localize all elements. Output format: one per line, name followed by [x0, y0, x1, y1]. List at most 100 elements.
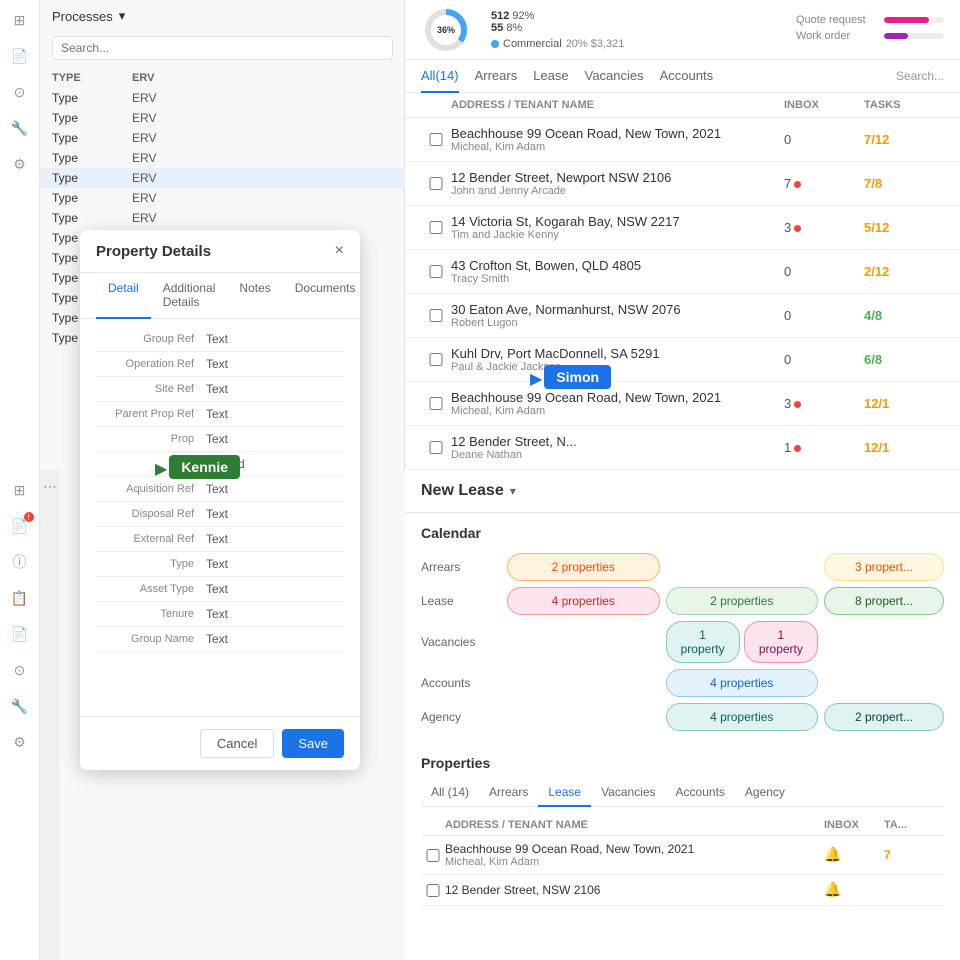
- sidebar-icons: ⊞ 📄 ⊙ 🔧 ⚙: [0, 0, 40, 470]
- bottom-sidebar-icon-1[interactable]: ⊞: [8, 478, 32, 502]
- list-row[interactable]: TypeERV: [40, 108, 405, 128]
- cal-chip-agency-1[interactable]: 4 properties: [666, 703, 819, 731]
- prop-value[interactable]: Text: [206, 432, 344, 446]
- cal-chip-vacancies-2[interactable]: 1 property: [744, 621, 818, 663]
- sidebar-icon-3[interactable]: ⊙: [8, 80, 32, 104]
- list-row[interactable]: TypeERV: [40, 88, 405, 108]
- stat-num2: 55: [491, 22, 503, 34]
- processes-header[interactable]: Processes ▾: [40, 0, 405, 32]
- row-checkbox[interactable]: [421, 221, 451, 234]
- modal-tab-detail[interactable]: Detail: [96, 273, 151, 319]
- row-address-cell: Beachhouse 99 Ocean Road, New Town, 2021…: [451, 126, 784, 153]
- list-row[interactable]: TypeERV: [40, 208, 405, 228]
- acquisition-ref-value[interactable]: Text: [206, 482, 344, 496]
- group-ref-value[interactable]: Text: [206, 332, 344, 346]
- search-input[interactable]: [52, 36, 393, 60]
- tab-arrears[interactable]: Arrears: [475, 60, 518, 93]
- list-row[interactable]: TypeERV: [40, 168, 405, 188]
- disposal-ref-value[interactable]: Text: [206, 507, 344, 521]
- table-row[interactable]: Beachhouse 99 Ocean Road, New Town, 2021…: [405, 382, 960, 426]
- sidebar-icon-1[interactable]: ⊞: [8, 8, 32, 32]
- calendar-title: Calendar: [421, 525, 944, 541]
- bottom-sidebar-icon-4[interactable]: 📋: [8, 586, 32, 610]
- tab-lease[interactable]: Lease: [533, 60, 568, 93]
- table-row[interactable]: 30 Eaton Ave, Normanhurst, NSW 2076 Robe…: [405, 294, 960, 338]
- row-inbox-val: 0: [784, 132, 864, 147]
- row-checkbox[interactable]: [421, 177, 451, 190]
- bottom-sidebar-icon-6[interactable]: ⊙: [8, 658, 32, 682]
- props-row-1[interactable]: Beachhouse 99 Ocean Road, New Town, 2021…: [421, 836, 944, 875]
- table-row[interactable]: Kuhl Drv, Port MacDonnell, SA 5291 Paul …: [405, 338, 960, 382]
- modal-tab-notes[interactable]: Notes: [227, 273, 282, 319]
- cancel-button[interactable]: Cancel: [200, 729, 274, 758]
- tab-all[interactable]: All(14): [421, 60, 459, 93]
- props-tab-arrears[interactable]: Arrears: [479, 779, 538, 807]
- modal-header: Property Details ×: [80, 230, 360, 273]
- list-row[interactable]: TypeERV: [40, 148, 405, 168]
- cal-chip-vacancies-1[interactable]: 1 property: [666, 621, 740, 663]
- cal-chip-lease-1[interactable]: 4 properties: [507, 587, 660, 615]
- props-tab-vacancies[interactable]: Vacancies: [591, 779, 665, 807]
- form-row-tenure: Tenure Text: [96, 602, 344, 627]
- row-checkbox[interactable]: [421, 309, 451, 322]
- props-row-1-checkbox[interactable]: [421, 849, 445, 862]
- props-row-2[interactable]: 12 Bender Street, NSW 2106 🔔: [421, 875, 944, 906]
- props-row-2-checkbox[interactable]: [421, 884, 445, 897]
- external-ref-value[interactable]: Text: [206, 532, 344, 546]
- simon-cursor-arrow-icon: ▶: [530, 369, 542, 389]
- bottom-sidebar-icon-3[interactable]: ⓘ: [8, 550, 32, 574]
- bottom-sidebar-icon-2[interactable]: 📄 !: [8, 514, 32, 538]
- tenure-value[interactable]: Text: [206, 607, 344, 621]
- expand-icon[interactable]: ⋯: [43, 478, 57, 495]
- bottom-sidebar-icon-7[interactable]: 🔧: [8, 694, 32, 718]
- cal-chip-lease-2[interactable]: 2 properties: [666, 587, 819, 615]
- form-row-operation-ref: Operation Ref Text: [96, 352, 344, 377]
- cal-chip-lease-right[interactable]: 8 propert...: [824, 587, 944, 615]
- row-checkbox[interactable]: [421, 133, 451, 146]
- modal-tab-additional[interactable]: Additional Details: [151, 273, 228, 319]
- disposal-ref-label: Disposal Ref: [96, 508, 206, 520]
- donut-chart: 36%: [421, 5, 471, 55]
- cal-chip-arrears-right[interactable]: 3 propert...: [824, 553, 944, 581]
- props-tab-agency[interactable]: Agency: [735, 779, 795, 807]
- tenure-label: Tenure: [96, 608, 206, 620]
- list-row[interactable]: TypeERV: [40, 128, 405, 148]
- save-button[interactable]: Save: [282, 729, 344, 758]
- sidebar-icon-2[interactable]: 📄: [8, 44, 32, 68]
- form-row-type: Type Text: [96, 552, 344, 577]
- site-ref-value[interactable]: Text: [206, 382, 344, 396]
- tab-accounts[interactable]: Accounts: [660, 60, 713, 93]
- erv-col-header: ERV: [132, 72, 393, 84]
- table-row[interactable]: 14 Victoria St, Kogarah Bay, NSW 2217 Ti…: [405, 206, 960, 250]
- asset-type-value[interactable]: Text: [206, 582, 344, 596]
- type-value[interactable]: Text: [206, 557, 344, 571]
- props-tab-lease[interactable]: Lease: [538, 779, 591, 807]
- list-row[interactable]: TypeERV: [40, 188, 405, 208]
- table-row[interactable]: 12 Bender Street, N... Deane Nathan 1 12…: [405, 426, 960, 470]
- form-row-prop: Prop Text: [96, 427, 344, 452]
- props-tab-all[interactable]: All (14): [421, 779, 479, 807]
- row-checkbox[interactable]: [421, 397, 451, 410]
- bottom-sidebar-icon-8[interactable]: ⚙: [8, 730, 32, 754]
- tab-vacancies[interactable]: Vacancies: [585, 60, 644, 93]
- operation-ref-value[interactable]: Text: [206, 357, 344, 371]
- props-row-1-inbox: 🔔: [824, 846, 884, 864]
- row-checkbox[interactable]: [421, 353, 451, 366]
- cal-chip-accounts-1[interactable]: 4 properties: [666, 669, 819, 697]
- modal-close-button[interactable]: ×: [335, 242, 344, 260]
- cal-chip-agency-right[interactable]: 2 propert...: [824, 703, 944, 731]
- row-checkbox[interactable]: [421, 265, 451, 278]
- table-row[interactable]: 43 Crofton St, Bowen, QLD 4805 Tracy Smi…: [405, 250, 960, 294]
- props-tab-accounts[interactable]: Accounts: [666, 779, 735, 807]
- modal-tab-documents[interactable]: Documents: [283, 273, 368, 319]
- table-row[interactable]: Beachhouse 99 Ocean Road, New Town, 2021…: [405, 118, 960, 162]
- table-row[interactable]: 12 Bender Street, Newport NSW 2106 John …: [405, 162, 960, 206]
- group-name-value[interactable]: Text: [206, 632, 344, 646]
- parent-prop-ref-value[interactable]: Text: [206, 407, 344, 421]
- bottom-sidebar-icon-5[interactable]: 📄: [8, 622, 32, 646]
- cal-chip-arrears-1[interactable]: 2 properties: [507, 553, 660, 581]
- row-checkbox[interactable]: [421, 441, 451, 454]
- sidebar-icon-4[interactable]: 🔧: [8, 116, 32, 140]
- sidebar-icon-5[interactable]: ⚙: [8, 152, 32, 176]
- new-lease-dropdown-icon[interactable]: ▾: [510, 484, 516, 498]
